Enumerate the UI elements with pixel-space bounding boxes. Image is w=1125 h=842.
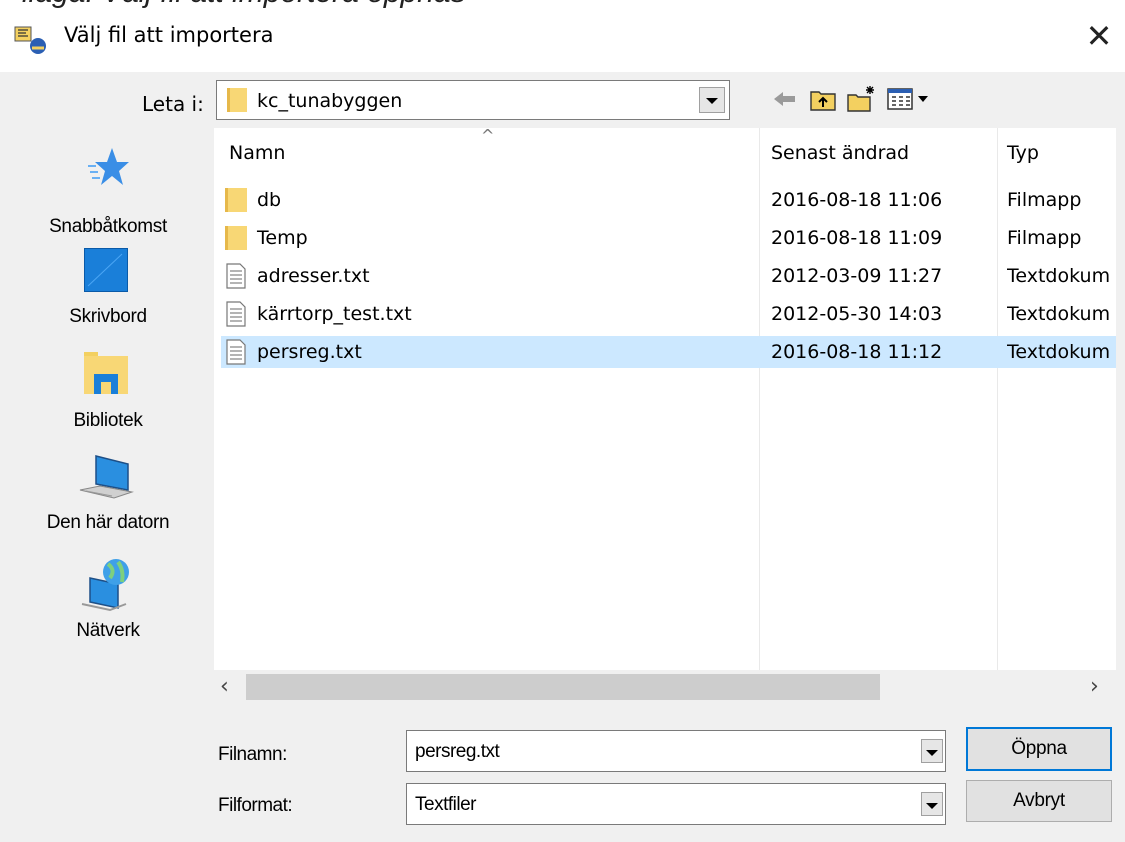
scroll-left-icon[interactable]: ‹ [220, 674, 229, 699]
file-name: persreg.txt [257, 341, 362, 363]
file-list[interactable]: ^ Namn Senast ändrad Typ db 2016-08-18 11… [214, 126, 1116, 670]
close-button[interactable]: ✕ [1081, 18, 1117, 54]
text-file-icon [226, 339, 246, 365]
place-label: Den här datorn [46, 512, 170, 533]
horizontal-scrollbar[interactable]: ‹ › [214, 670, 1115, 704]
sort-ascending-icon: ^ [481, 126, 495, 145]
lookin-dropdown-button[interactable] [699, 87, 725, 113]
text-file-icon [226, 301, 246, 327]
window-title: Välj fil att importera [64, 23, 274, 47]
cancel-button[interactable]: Avbryt [966, 780, 1112, 822]
column-header-date[interactable]: Senast ändrad [771, 142, 909, 164]
library-icon [84, 352, 128, 394]
file-date: 2016-08-18 11:12 [771, 341, 943, 363]
chevron-down-icon [926, 750, 938, 756]
file-type: Textdokument [1007, 303, 1111, 325]
folder-icon [227, 88, 247, 112]
place-label: Skrivbord [69, 306, 147, 327]
file-date: 2016-08-18 11:09 [771, 227, 943, 249]
fileformat-value: Textfiler [415, 794, 476, 815]
file-type: Filmapp [1007, 189, 1082, 211]
folder-icon [225, 188, 247, 212]
lookin-value: kc_tunabyggen [257, 90, 403, 112]
place-label: Snabbåtkomst [49, 216, 167, 237]
filename-value: persreg.txt [415, 741, 500, 762]
back-arrow-icon[interactable] [770, 84, 800, 114]
place-network[interactable]: Nätverk [10, 558, 206, 658]
filename-label: Filnamn: [218, 744, 287, 765]
place-label: Nätverk [76, 620, 140, 641]
file-date: 2016-08-18 11:06 [771, 189, 943, 211]
file-row[interactable]: kärrtorp_test.txt 2012-05-30 14:03 Textdok… [221, 298, 1116, 330]
desktop-icon [84, 248, 128, 292]
file-type: Textdokument [1007, 265, 1111, 287]
up-one-level-icon[interactable] [808, 84, 838, 114]
filename-combobox[interactable]: persreg.txt [406, 730, 946, 772]
file-name: Temp [257, 227, 308, 249]
computer-icon [79, 455, 134, 499]
place-desktop[interactable]: Skrivbord [10, 248, 206, 348]
filename-dropdown-button[interactable] [921, 739, 943, 763]
new-folder-icon[interactable] [846, 84, 876, 114]
file-date: 2012-03-09 11:27 [771, 265, 943, 287]
place-label: Bibliotek [73, 410, 143, 431]
text-file-icon [226, 263, 246, 289]
fileformat-dropdown-button[interactable] [921, 792, 943, 816]
file-row[interactable]: Temp 2016-08-18 11:09 Filmapp [221, 222, 1116, 254]
network-icon [81, 559, 129, 612]
scrollbar-thumb[interactable] [246, 674, 880, 700]
places-bar: Snabbåtkomst Skrivbord Bibliotek Den här… [10, 128, 206, 688]
column-header-name[interactable]: Namn [229, 142, 285, 164]
chevron-down-icon [706, 98, 718, 104]
column-header-type[interactable]: Typ [1007, 142, 1039, 164]
file-name: kärrtorp_test.txt [257, 303, 412, 325]
file-name: adresser.txt [257, 265, 370, 287]
star-icon [88, 148, 129, 185]
lookin-label: Leta i: [142, 92, 204, 116]
place-this-pc[interactable]: Den här datorn [10, 454, 206, 554]
folder-icon [225, 226, 247, 250]
fileformat-select[interactable]: Textfiler [406, 783, 946, 825]
scroll-right-icon[interactable]: › [1090, 674, 1099, 699]
lookin-combobox[interactable]: kc_tunabyggen [216, 80, 730, 120]
caption-text: ilaga: Välj fil att importera oppnas [22, 0, 466, 10]
file-row[interactable]: persreg.txt 2016-08-18 11:12 Textdokument [221, 336, 1116, 368]
file-type: Filmapp [1007, 227, 1082, 249]
file-row[interactable]: adresser.txt 2012-03-09 11:27 Textdokument [221, 260, 1116, 292]
file-name: db [257, 189, 282, 211]
fileformat-label: Filformat: [218, 795, 293, 816]
view-menu-icon[interactable] [886, 84, 932, 114]
chevron-down-icon [926, 803, 938, 809]
file-date: 2012-05-30 14:03 [771, 303, 943, 325]
place-libraries[interactable]: Bibliotek [10, 352, 206, 452]
file-row[interactable]: db 2016-08-18 11:06 Filmapp [221, 184, 1116, 216]
file-type: Textdokument [1007, 341, 1111, 363]
app-icon [14, 26, 46, 54]
place-quick-access[interactable]: Snabbåtkomst [10, 138, 206, 242]
open-button[interactable]: Öppna [966, 727, 1112, 771]
